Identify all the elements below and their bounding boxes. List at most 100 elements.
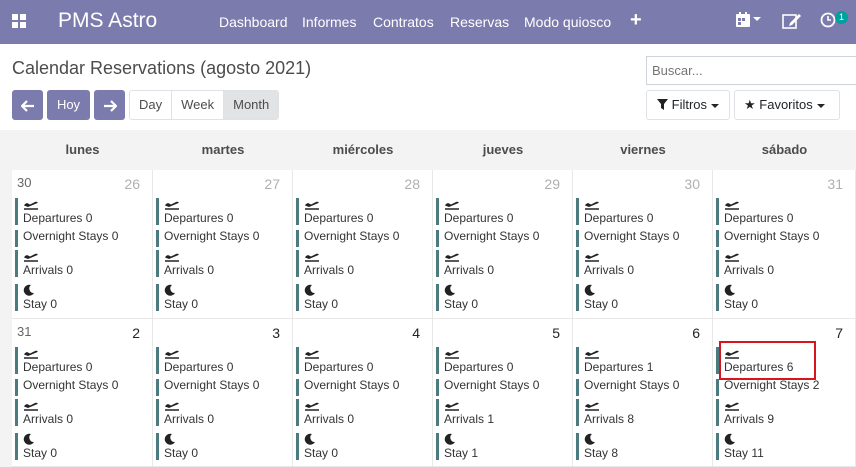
- day-cell[interactable]: 6 Departures 1 Overnight Stays 0 Arrivals 8…: [573, 319, 713, 467]
- event-overnight[interactable]: Overnight Stays 0: [15, 230, 139, 247]
- day-cell[interactable]: 28 Departures 0 Overnight Stays 0 Arrivals …: [293, 170, 433, 319]
- event-label: Stay 0: [304, 297, 339, 311]
- event-label: Departures 0: [584, 211, 654, 225]
- event-arrivals[interactable]: Arrivals 1: [436, 399, 560, 426]
- event-departures[interactable]: Departures 0: [156, 198, 280, 225]
- today-button[interactable]: Hoy: [47, 90, 90, 120]
- event-overnight[interactable]: Overnight Stays 0: [436, 230, 560, 247]
- event-arrivals[interactable]: Arrivals 0: [156, 399, 280, 426]
- event-label: Departures 0: [23, 211, 93, 225]
- moon-icon: [164, 433, 280, 447]
- event-arrivals[interactable]: Arrivals 0: [576, 250, 700, 277]
- favorites-dropdown[interactable]: ★ Favoritos: [734, 90, 840, 120]
- arrival-plane-icon: [164, 399, 280, 413]
- event-stay[interactable]: Stay 0: [296, 433, 420, 460]
- event-departures[interactable]: Departures 0: [296, 347, 420, 374]
- day-cell[interactable]: 31 Departures 0 Overnight Stays 0 Arrivals …: [713, 170, 856, 319]
- event-overnight[interactable]: Overnight Stays 0: [716, 230, 840, 247]
- calendar-icon[interactable]: [736, 12, 761, 30]
- event-stay[interactable]: Stay 0: [15, 284, 139, 311]
- day-cell[interactable]: 29 Departures 0 Overnight Stays 0 Arrivals …: [433, 170, 573, 319]
- day-cell[interactable]: 4 Departures 0 Overnight Stays 0 Arrivals 0…: [293, 319, 433, 467]
- event-arrivals[interactable]: Arrivals 0: [15, 250, 139, 277]
- event-stay[interactable]: Stay 0: [156, 433, 280, 460]
- arrival-plane-icon: [724, 399, 840, 413]
- event-stay[interactable]: Stay 0: [576, 284, 700, 311]
- menu-contratos[interactable]: Contratos: [373, 14, 434, 30]
- event-label: Overnight Stays 0: [304, 378, 400, 392]
- event-departures[interactable]: Departures 0: [156, 347, 280, 374]
- event-overnight[interactable]: Overnight Stays 0: [576, 230, 700, 247]
- event-overnight[interactable]: Overnight Stays 0: [156, 379, 280, 396]
- departure-plane-icon: [584, 347, 700, 361]
- day-cell[interactable]: 30 26 Departures 0 Overnight Stays 0 Arrival…: [12, 170, 153, 319]
- event-overnight[interactable]: Overnight Stays 2: [716, 379, 840, 396]
- event-stay[interactable]: Stay 0: [716, 284, 840, 311]
- event-stay[interactable]: Stay 0: [436, 284, 560, 311]
- event-departures[interactable]: Departures 0: [296, 198, 420, 225]
- page-title: Calendar Reservations (agosto 2021): [12, 58, 312, 78]
- search-input[interactable]: [646, 56, 856, 85]
- event-overnight[interactable]: Overnight Stays 0: [576, 379, 700, 396]
- activity-count-badge: 1: [835, 11, 848, 24]
- filters-dropdown[interactable]: Filtros: [646, 90, 730, 120]
- event-stay[interactable]: Stay 0: [15, 433, 139, 460]
- filter-icon: [657, 99, 668, 110]
- day-number: 27: [264, 176, 280, 192]
- app-brand[interactable]: PMS Astro: [58, 9, 157, 33]
- departure-plane-icon: [444, 347, 560, 361]
- edit-icon[interactable]: [782, 12, 802, 33]
- event-overnight[interactable]: Overnight Stays 0: [15, 379, 139, 396]
- event-departures[interactable]: Departures 0: [716, 198, 840, 225]
- departure-plane-icon: [23, 347, 139, 361]
- menu-informes[interactable]: Informes: [302, 14, 356, 30]
- event-arrivals[interactable]: Arrivals 0: [156, 250, 280, 277]
- day-cell[interactable]: 27 Departures 0 Overnight Stays 0 Arrivals …: [153, 170, 293, 319]
- event-departures[interactable]: Departures 0: [436, 347, 560, 374]
- event-stay[interactable]: Stay 0: [156, 284, 280, 311]
- scale-week-button[interactable]: Week: [172, 91, 225, 119]
- day-number: 5: [552, 325, 560, 341]
- event-departures[interactable]: Departures 0: [576, 198, 700, 225]
- event-departures[interactable]: Departures 6: [716, 347, 840, 374]
- day-cell[interactable]: 5 Departures 0 Overnight Stays 0 Arrivals 1…: [433, 319, 573, 467]
- menu-reservas[interactable]: Reservas: [450, 14, 509, 30]
- quick-create-plus-icon[interactable]: +: [630, 9, 642, 32]
- previous-button[interactable]: [12, 90, 43, 120]
- event-stay[interactable]: Stay 0: [296, 284, 420, 311]
- scale-month-button[interactable]: Month: [224, 91, 279, 119]
- day-cell[interactable]: 31 2 Departures 0 Overnight Stays 0 Arrivals…: [12, 319, 153, 467]
- apps-menu-icon[interactable]: [12, 14, 26, 28]
- event-label: Arrivals 0: [23, 412, 74, 426]
- month-calendar: lunes martes miércoles jueves viernes sábado 3…: [0, 130, 856, 467]
- day-cell[interactable]: 7 Departures 6 Overnight Stays 2 Arrivals 9…: [713, 319, 856, 467]
- event-arrivals[interactable]: Arrivals 0: [296, 250, 420, 277]
- event-stay[interactable]: Stay 11: [716, 433, 840, 460]
- event-arrivals[interactable]: Arrivals 8: [576, 399, 700, 426]
- event-stay[interactable]: Stay 8: [576, 433, 700, 460]
- next-button[interactable]: [94, 90, 125, 120]
- event-stay[interactable]: Stay 1: [436, 433, 560, 460]
- scale-day-button[interactable]: Day: [130, 91, 173, 119]
- event-departures[interactable]: Departures 0: [436, 198, 560, 225]
- departure-plane-icon: [444, 198, 560, 212]
- event-overnight[interactable]: Overnight Stays 0: [436, 379, 560, 396]
- menu-dashboard[interactable]: Dashboard: [219, 14, 288, 30]
- event-arrivals[interactable]: Arrivals 0: [15, 399, 139, 426]
- activity-clock-icon[interactable]: [820, 12, 836, 31]
- event-departures[interactable]: Departures 0: [15, 347, 139, 374]
- day-cell[interactable]: 30 Departures 0 Overnight Stays 0 Arrivals …: [573, 170, 713, 319]
- event-overnight[interactable]: Overnight Stays 0: [156, 230, 280, 247]
- event-departures[interactable]: Departures 1: [576, 347, 700, 374]
- event-arrivals[interactable]: Arrivals 9: [716, 399, 840, 426]
- event-departures[interactable]: Departures 0: [15, 198, 139, 225]
- event-arrivals[interactable]: Arrivals 0: [296, 399, 420, 426]
- event-overnight[interactable]: Overnight Stays 0: [296, 230, 420, 247]
- event-arrivals[interactable]: Arrivals 0: [716, 250, 840, 277]
- menu-modo-quiosco[interactable]: Modo quiosco: [524, 14, 611, 30]
- departure-plane-icon: [724, 347, 840, 361]
- event-arrivals[interactable]: Arrivals 0: [436, 250, 560, 277]
- event-overnight[interactable]: Overnight Stays 0: [296, 379, 420, 396]
- arrival-plane-icon: [304, 250, 420, 264]
- day-cell[interactable]: 3 Departures 0 Overnight Stays 0 Arrivals 0…: [153, 319, 293, 467]
